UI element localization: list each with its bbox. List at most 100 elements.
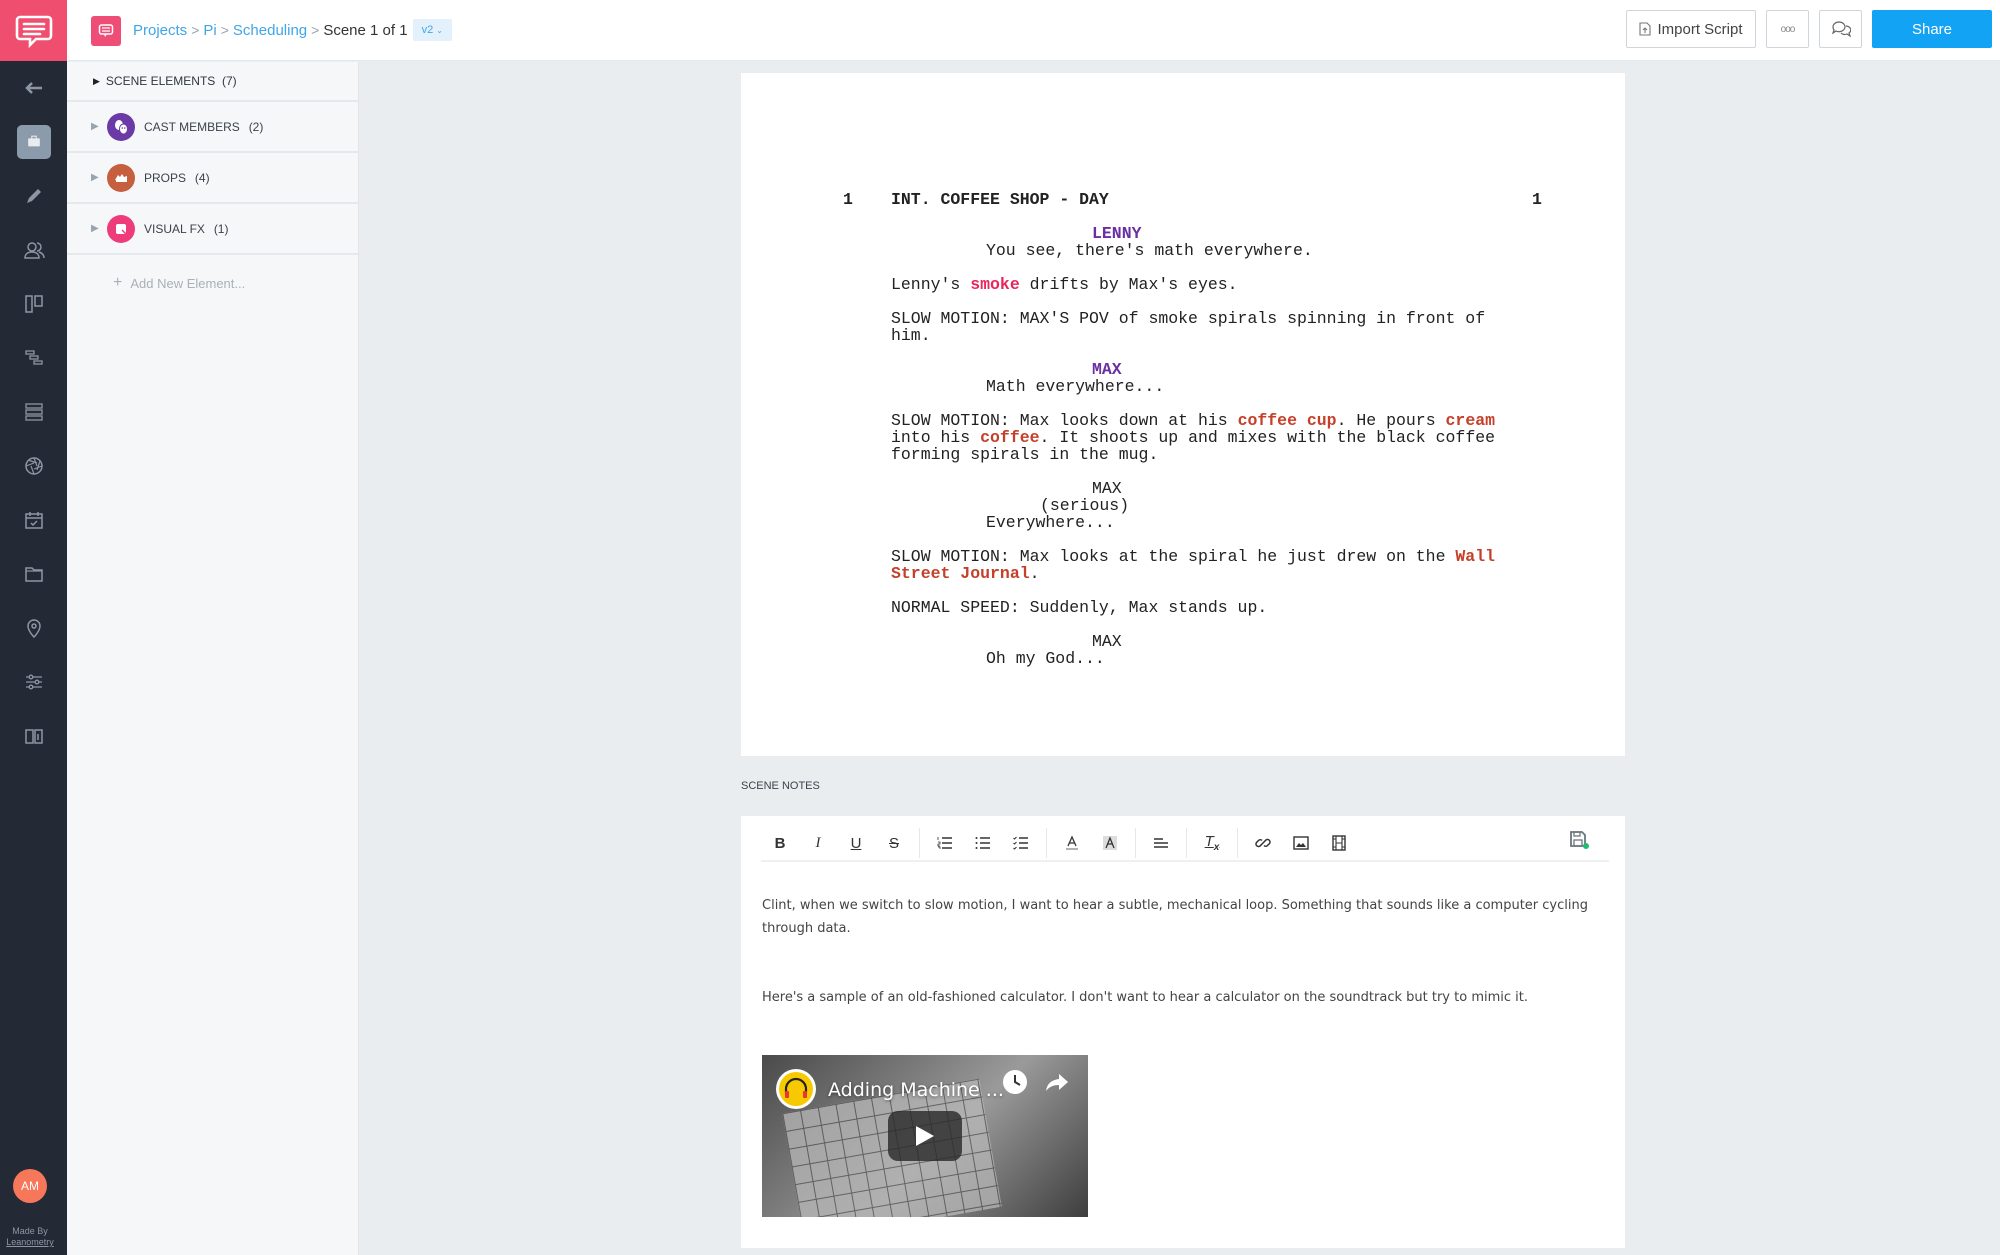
props-count: (4) — [194, 170, 210, 185]
align-button[interactable] — [1142, 828, 1180, 858]
version-dropdown[interactable]: v2 ⌄ — [412, 19, 452, 41]
rail-settings[interactable] — [0, 662, 67, 702]
import-script-button[interactable]: Import Script — [1626, 10, 1756, 48]
user-avatar[interactable]: AM — [13, 1169, 47, 1203]
theater-masks-icon — [107, 112, 135, 141]
breadcrumb-current: Scene 1 of 1 — [323, 21, 408, 39]
rail-locations[interactable] — [0, 608, 67, 648]
scene-elements-header[interactable]: ▶ SCENE ELEMENTS (7) — [67, 62, 358, 102]
scene-number-left: 1 — [843, 190, 853, 209]
made-by-link[interactable]: Leanometry — [0, 1237, 60, 1248]
bold-button[interactable]: B — [761, 828, 799, 858]
align-left-icon — [1154, 838, 1168, 848]
save-notes-button[interactable] — [1569, 830, 1591, 855]
book-icon — [24, 729, 43, 744]
image-icon — [1293, 836, 1309, 850]
chevron-right-icon: > — [191, 22, 200, 38]
tagged-element-prop[interactable]: Wall — [1455, 547, 1495, 566]
made-by-label: Made By — [12, 1226, 48, 1236]
pencil-icon — [26, 189, 41, 203]
text-color-icon — [1066, 835, 1078, 850]
save-icon — [1570, 831, 1589, 849]
ordered-list-button[interactable] — [926, 828, 964, 858]
underline-button[interactable]: U — [837, 828, 875, 858]
link-button[interactable] — [1244, 828, 1282, 858]
video-share-button[interactable] — [1044, 1069, 1070, 1100]
image-button[interactable] — [1282, 828, 1320, 858]
action-text: Lenny's — [891, 275, 971, 294]
breadcrumb-scheduling[interactable]: Scheduling — [233, 22, 307, 39]
channel-avatar — [776, 1069, 816, 1109]
breadcrumb-project[interactable]: Pi — [203, 22, 216, 39]
rail-list[interactable] — [0, 392, 67, 432]
import-script-label: Import Script — [1657, 20, 1743, 38]
add-new-element-button[interactable]: + Add New Element... — [67, 255, 358, 311]
rail-breakdown[interactable] — [0, 122, 67, 162]
more-options-button[interactable]: ooo — [1766, 10, 1809, 48]
text-color-button[interactable] — [1053, 828, 1091, 858]
project-icon[interactable] — [91, 16, 121, 46]
character-name[interactable]: MAX — [1092, 361, 1122, 378]
checklist-button[interactable] — [1002, 828, 1040, 858]
bold-icon: B — [774, 834, 786, 852]
rail-back[interactable] — [0, 68, 67, 108]
clear-format-icon: Tx — [1204, 833, 1220, 853]
share-button[interactable]: Share — [1872, 10, 1992, 48]
checklist-icon — [1013, 836, 1028, 850]
users-icon — [23, 242, 45, 259]
video-title: Adding Machine ... — [828, 1079, 1004, 1101]
video-button[interactable] — [1320, 828, 1358, 858]
dialogue: You see, there's math everywhere. — [986, 241, 1313, 260]
chat-logo-icon — [15, 15, 52, 48]
element-category-cast[interactable]: ▶ CAST MEMBERS (2) — [67, 102, 358, 153]
rail-files[interactable] — [0, 554, 67, 594]
strikethrough-icon: S — [888, 834, 899, 852]
dialogue: Everywhere... — [986, 513, 1115, 532]
rail-calendar[interactable] — [0, 500, 67, 540]
rail-write[interactable] — [0, 176, 67, 216]
rail-schedule[interactable] — [0, 338, 67, 378]
rail-cast[interactable] — [0, 230, 67, 270]
action-line: into his coffee. It shoots up and mixes … — [891, 429, 1495, 446]
clear-format-button[interactable]: Tx — [1193, 828, 1231, 858]
file-upload-icon — [1639, 22, 1652, 36]
visual-fx-icon — [107, 214, 135, 243]
action-line: NORMAL SPEED: Suddenly, Max stands up. — [891, 598, 1268, 617]
italic-button[interactable]: I — [799, 828, 837, 858]
element-category-visual-fx[interactable]: ▶ VISUAL FX (1) — [67, 204, 358, 255]
rail-guide[interactable] — [0, 716, 67, 756]
rail-shots[interactable] — [0, 446, 67, 486]
version-label: v2 — [421, 24, 434, 36]
element-category-props[interactable]: ▶ PROPS (4) — [67, 153, 358, 204]
play-icon — [916, 1126, 934, 1146]
gantt-icon — [24, 350, 43, 365]
editor-toolbar: B I U S Tx — [761, 826, 1609, 862]
bullet-list-button[interactable] — [964, 828, 1002, 858]
breadcrumb-projects[interactable]: Projects — [133, 22, 187, 39]
parenthetical: (serious) — [1040, 496, 1130, 515]
cast-members-label: CAST MEMBERS — [144, 119, 240, 134]
note-paragraph: Here's a sample of an old-fashioned calc… — [762, 990, 1528, 1005]
caret-right-icon: ▶ — [93, 75, 100, 86]
top-bar: Projects > Pi > Scheduling > Scene 1 of … — [67, 0, 2000, 61]
scene-elements-panel: ▶ SCENE ELEMENTS (7) ▶ CAST MEMBERS (2) … — [67, 62, 359, 1255]
comments-button[interactable] — [1819, 10, 1862, 48]
app-logo[interactable] — [0, 0, 67, 61]
chevron-right-icon: > — [220, 22, 229, 38]
tagged-element-prop[interactable]: Street Journal — [891, 564, 1030, 583]
chevron-right-icon: > — [311, 22, 320, 38]
add-new-element-label: Add New Element... — [130, 275, 246, 291]
rail-storyboard[interactable] — [0, 284, 67, 324]
character-name[interactable]: LENNY — [1092, 225, 1142, 242]
watch-later-button[interactable] — [1002, 1069, 1028, 1100]
action-line: him. — [891, 326, 931, 345]
chevron-down-icon: ⌄ — [436, 26, 443, 35]
highlight-button[interactable] — [1091, 828, 1129, 858]
embedded-video[interactable]: Adding Machine ... — [762, 1055, 1088, 1217]
action-line: SLOW MOTION: Max looks down at his coffe… — [891, 412, 1495, 429]
play-button[interactable] — [888, 1111, 962, 1161]
bullet-list-icon — [975, 837, 990, 849]
strikethrough-button[interactable]: S — [875, 828, 913, 858]
tagged-element-visual-fx[interactable]: smoke — [970, 275, 1020, 294]
list-icon — [24, 403, 43, 421]
